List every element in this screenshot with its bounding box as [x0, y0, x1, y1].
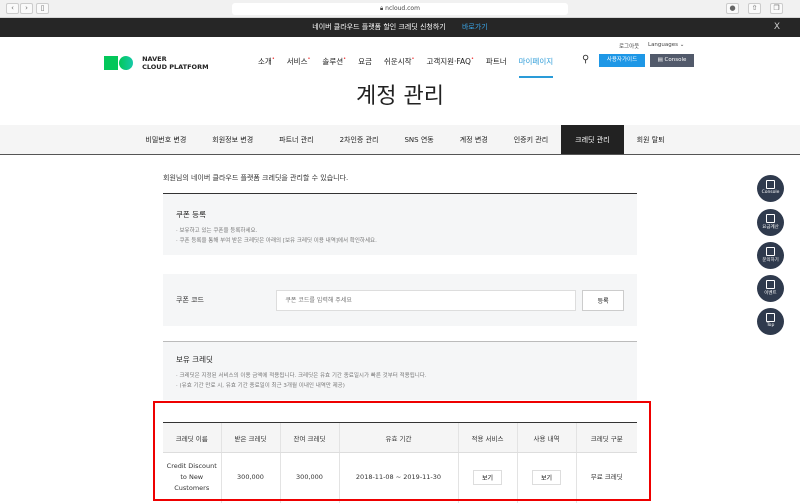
- languages-dropdown[interactable]: Languages ⌄: [648, 42, 684, 48]
- tabs-icon[interactable]: ❐: [770, 3, 783, 14]
- logo-text-naver: NAVER: [142, 54, 167, 63]
- floating-label: 이벤트: [764, 291, 777, 296]
- tab-withdraw[interactable]: 회원 탈퇴: [624, 125, 678, 154]
- tab-credits[interactable]: 크레딧 관리: [561, 125, 624, 154]
- held-credit-section: 보유 크레딧 · 크레딧은 지정된 서비스의 이용 금액에 적용됩니다. 크레딧…: [163, 341, 637, 400]
- register-button[interactable]: 등록: [582, 289, 624, 311]
- nav-intro[interactable]: 소개: [258, 56, 275, 78]
- arrow-up-icon: [766, 313, 775, 322]
- floating-console-button[interactable]: Console: [757, 175, 784, 202]
- tab-2fa[interactable]: 2차인증 관리: [327, 125, 392, 154]
- chevron-down-icon: ⌄: [679, 42, 685, 48]
- logo[interactable]: NAVER CLOUD PLATFORM: [104, 52, 209, 71]
- logo-text-cloud: CLOUD PLATFORM: [142, 62, 209, 71]
- url-text: ncloud.com: [385, 5, 420, 12]
- banner-link[interactable]: 바로가기: [462, 23, 488, 31]
- forward-button[interactable]: ›: [20, 3, 33, 14]
- download-icon[interactable]: ●: [726, 3, 739, 14]
- calculator-icon: [766, 214, 775, 223]
- floating-event-button[interactable]: 이벤트: [757, 275, 784, 302]
- languages-label: Languages: [648, 42, 679, 48]
- sidebar-icon[interactable]: ▯: [36, 3, 49, 14]
- nav-partners[interactable]: 파트너: [486, 56, 507, 78]
- logo-circle: [119, 55, 133, 70]
- coupon-code-input[interactable]: [276, 289, 577, 311]
- back-button[interactable]: ‹: [6, 3, 19, 14]
- banner-text: 네이버 클라우드 플랫폼 할인 크레딧 신청하기: [312, 23, 446, 31]
- nav-support[interactable]: 고객지원·FAQ: [426, 56, 473, 78]
- intro-text: 회원님의 네이버 클라우드 플랫폼 크레딧을 관리할 수 있습니다.: [163, 174, 349, 182]
- nav-solutions[interactable]: 솔루션: [322, 56, 346, 78]
- console-label: Console: [664, 57, 687, 63]
- floating-pricing-calculator-button[interactable]: 요금계산: [757, 209, 784, 236]
- held-note: · 크레딧은 지정된 서비스의 이용 금액에 적용됩니다. 크레딧은 유효 기간…: [176, 373, 427, 379]
- floating-label: Console: [761, 190, 780, 195]
- floating-top-button[interactable]: Top: [757, 308, 784, 335]
- coupon-note: · 쿠폰 등록을 통해 부여 받은 크레딧은 아래의 [보유 크레딧 이용 내역…: [176, 238, 377, 244]
- coupon-code-label: 쿠폰 코드: [176, 296, 204, 304]
- coupon-note: · 보유하고 있는 쿠폰을 등록하세요.: [176, 228, 258, 234]
- floating-contact-button[interactable]: 문의하기: [757, 242, 784, 269]
- account-tabs: 비밀번호 변경 회원정보 변경 파트너 관리 2차인증 관리 SNS 연동 계정…: [0, 125, 800, 155]
- nav-pricing[interactable]: 요금: [358, 56, 372, 78]
- floating-label: 요금계산: [762, 225, 779, 230]
- held-note: · (유효 기간 만료 시, 유효 기간 종료일이 최근 3개월 이내인 내역만…: [176, 383, 345, 389]
- tab-partner[interactable]: 파트너 관리: [266, 125, 326, 154]
- floating-label: Top: [766, 323, 775, 328]
- page-title: 계정 관리: [356, 84, 444, 109]
- logout-link[interactable]: 로그아웃: [619, 42, 639, 50]
- tab-api-keys[interactable]: 인증키 관리: [501, 125, 561, 154]
- tab-password[interactable]: 비밀번호 변경: [132, 125, 199, 154]
- edit-document-icon: [766, 247, 775, 256]
- held-credit-title: 보유 크레딧: [176, 355, 213, 364]
- console-icon: [766, 180, 775, 189]
- console-icon: ▤: [657, 57, 663, 63]
- nav-services[interactable]: 서비스: [287, 56, 311, 78]
- close-icon[interactable]: X: [774, 18, 780, 37]
- share-icon[interactable]: ⇧: [748, 3, 761, 14]
- tab-account-change[interactable]: 계정 변경: [447, 125, 501, 154]
- console-button[interactable]: ▤ Console: [650, 54, 694, 67]
- tab-sns[interactable]: SNS 연동: [391, 125, 446, 154]
- search-icon[interactable]: ⚲: [582, 54, 589, 65]
- coupon-section: 쿠폰 등록 · 보유하고 있는 쿠폰을 등록하세요. · 쿠폰 등록을 통해 부…: [163, 193, 637, 255]
- nav-mypage[interactable]: 마이페이지: [518, 56, 554, 78]
- user-guide-button[interactable]: 사용자가이드: [599, 54, 645, 67]
- coupon-title: 쿠폰 등록: [176, 210, 206, 219]
- main-nav: 소개 서비스 솔루션 요금 쉬운시작 고객지원·FAQ 파트너 마이페이지: [258, 56, 554, 78]
- promo-banner: 네이버 클라우드 플랫폼 할인 크레딧 신청하기 바로가기 X: [0, 18, 800, 37]
- chart-icon: [766, 280, 775, 289]
- browser-toolbar: ‹ › ▯ 🔒︎ ncloud.com ● ⇧ ❐: [0, 0, 800, 18]
- address-bar[interactable]: 🔒︎ ncloud.com: [232, 3, 568, 15]
- tab-member-info[interactable]: 회원정보 변경: [199, 125, 266, 154]
- nav-getting-started[interactable]: 쉬운시작: [384, 56, 415, 78]
- logo-square: [104, 55, 118, 70]
- highlight-box: [153, 401, 651, 501]
- lock-icon: 🔒︎: [380, 5, 384, 12]
- coupon-form: 쿠폰 코드 등록: [163, 274, 637, 326]
- floating-label: 문의하기: [762, 258, 779, 263]
